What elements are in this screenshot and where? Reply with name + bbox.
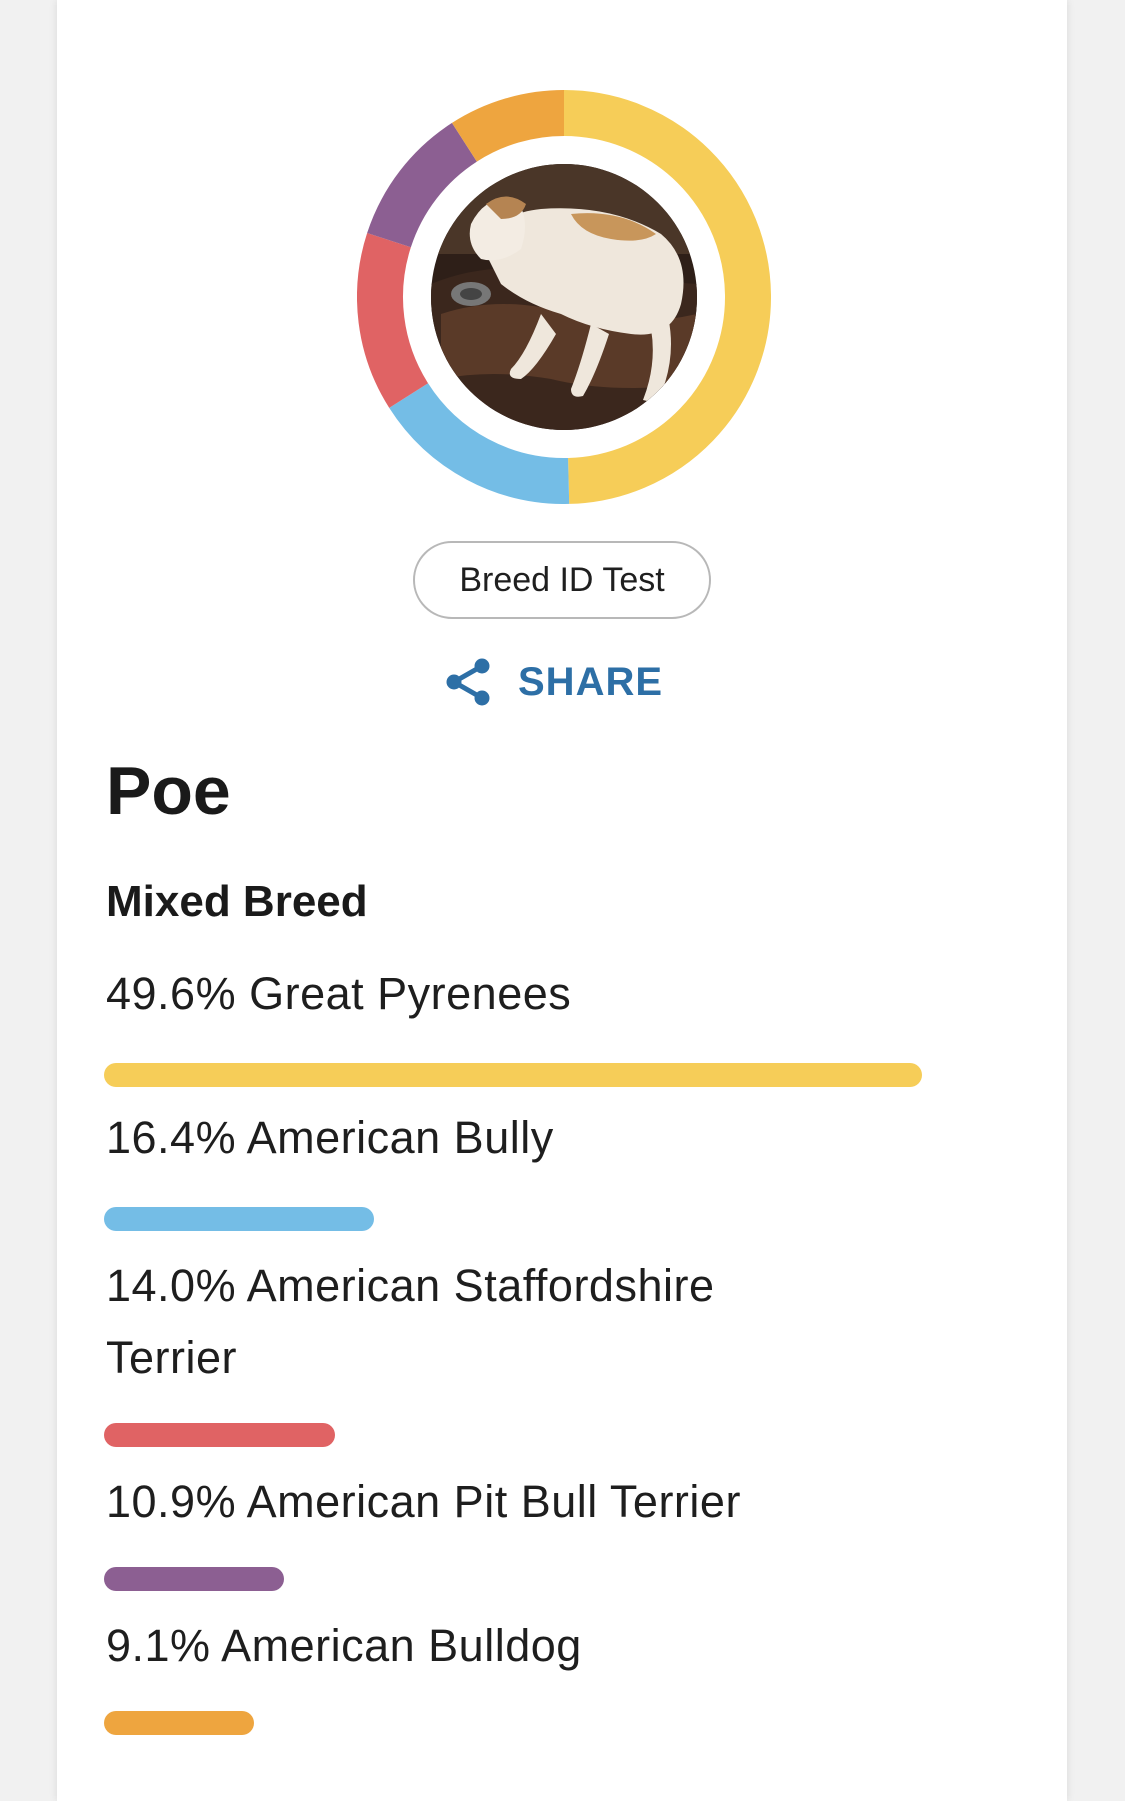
share-button[interactable]: SHARE — [444, 652, 663, 712]
breed-label-american-staffordshire-terrier: 14.0% American Staffordshire Terrier — [106, 1260, 715, 1383]
breed-bar-american-bully — [104, 1207, 374, 1231]
breed-donut-chart — [357, 90, 771, 504]
share-icon — [444, 657, 492, 707]
breed-id-test-badge: Breed ID Test — [413, 541, 711, 619]
breed-type: Mixed Breed — [106, 877, 368, 926]
breed-label-great-pyrenees: 49.6% Great Pyrenees — [106, 968, 572, 1019]
donut-segment-2 — [357, 233, 429, 408]
breed-bar-great-pyrenees — [104, 1063, 922, 1087]
breed-bar-american-bulldog — [104, 1711, 254, 1735]
breed-label-american-bulldog: 9.1% American Bulldog — [106, 1620, 582, 1671]
donut-segment-4 — [451, 90, 565, 162]
breed-label-american-pit-bull-terrier: 10.9% American Pit Bull Terrier — [106, 1476, 741, 1527]
breed-bar-american-staffordshire-terrier — [104, 1423, 335, 1447]
dog-photo — [431, 164, 697, 430]
breed-bar-american-pit-bull-terrier — [104, 1567, 284, 1591]
breed-label-american-bully: 16.4% American Bully — [106, 1112, 554, 1163]
pet-name: Poe — [106, 753, 231, 829]
share-label: SHARE — [518, 659, 664, 704]
